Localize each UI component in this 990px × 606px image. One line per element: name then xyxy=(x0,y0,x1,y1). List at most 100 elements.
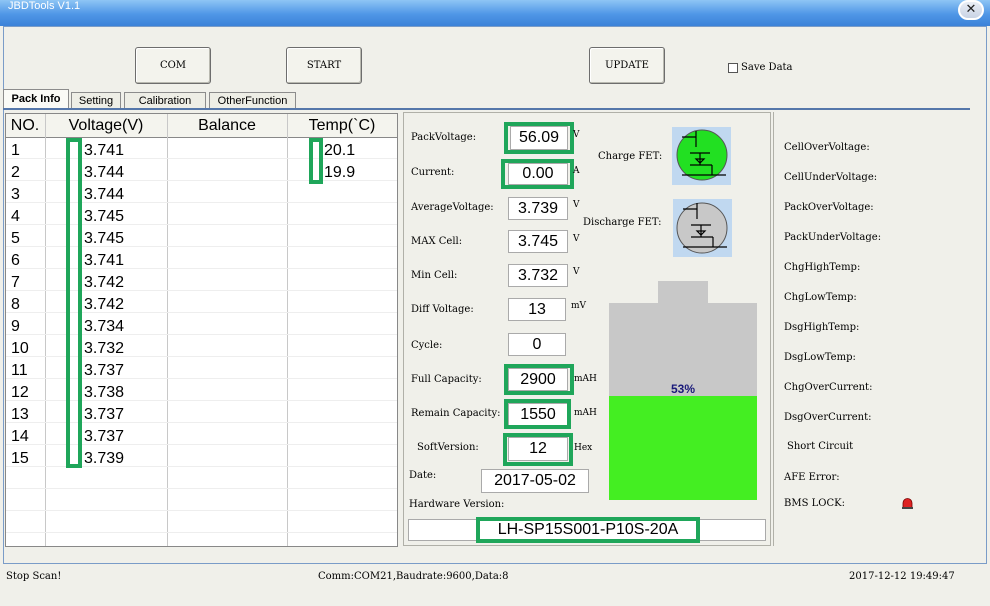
protection-item: CellOverVoltage: xyxy=(784,142,870,153)
cell-voltage: 3.737 xyxy=(84,362,125,379)
diff-voltage-unit: mV xyxy=(571,301,587,311)
row-divider xyxy=(6,290,397,291)
max-cell-value: 3.745 xyxy=(508,230,568,253)
min-cell-unit: V xyxy=(573,267,580,277)
pack-voltage-highlight xyxy=(504,122,574,154)
cycle-label: Cycle: xyxy=(411,340,443,351)
discharge-fet-icon xyxy=(676,202,728,254)
pack-voltage-unit: V xyxy=(573,130,580,140)
row-divider xyxy=(6,312,397,313)
protection-item: DsgLowTemp: xyxy=(784,352,856,363)
protection-item: ChgOverCurrent: xyxy=(784,382,873,393)
protection-item: BMS LOCK: xyxy=(784,498,845,509)
soft-version-label: SoftVersion: xyxy=(417,442,479,453)
cell-voltage: 3.741 xyxy=(84,142,125,159)
battery-level-fill xyxy=(609,396,757,500)
cell-number: 3 xyxy=(11,186,20,203)
diff-voltage-value: 13 xyxy=(508,298,566,321)
row-divider xyxy=(6,268,397,269)
status-message: Stop Scan! xyxy=(6,571,62,582)
row-divider xyxy=(6,488,397,489)
alarm-icon xyxy=(901,497,914,509)
hardware-version-label: Hardware Version: xyxy=(409,499,505,510)
max-cell-label: MAX Cell: xyxy=(411,236,463,247)
full-capacity-label: Full Capacity: xyxy=(411,374,482,385)
average-voltage-value: 3.739 xyxy=(508,197,568,220)
row-divider xyxy=(6,202,397,203)
discharge-fet-indicator xyxy=(673,199,732,257)
voltage-highlight-box xyxy=(66,138,82,468)
cell-voltage: 3.744 xyxy=(84,164,125,181)
start-button[interactable]: START xyxy=(286,47,362,84)
row-divider xyxy=(6,224,397,225)
cell-number: 2 xyxy=(11,164,20,181)
cell-voltage: 3.744 xyxy=(84,186,125,203)
cell-number: 6 xyxy=(11,252,20,269)
pack-voltage-label: PackVoltage: xyxy=(411,132,477,143)
max-cell-unit: V xyxy=(573,234,580,244)
save-data-label: Save Data xyxy=(741,62,793,73)
cell-voltage: 3.734 xyxy=(84,318,125,335)
row-divider xyxy=(6,444,397,445)
tab-pack-info[interactable]: Pack Info xyxy=(3,89,69,109)
row-divider xyxy=(6,246,397,247)
cell-number: 13 xyxy=(11,406,29,423)
current-label: Current: xyxy=(411,167,455,178)
cell-voltage: 3.738 xyxy=(84,384,125,401)
battery-terminal xyxy=(658,281,708,303)
title-bar: JBDTools V1.1 xyxy=(0,0,990,26)
date-value: 2017-05-02 xyxy=(481,469,589,493)
remain-capacity-unit: mAH xyxy=(574,408,597,418)
window-title: JBDTools V1.1 xyxy=(8,0,81,12)
cell-number: 12 xyxy=(11,384,29,401)
row-divider xyxy=(6,422,397,423)
min-cell-value: 3.732 xyxy=(508,264,568,287)
cell-voltage: 3.745 xyxy=(84,230,125,247)
soft-version-unit: Hex xyxy=(574,443,593,453)
diff-voltage-label: Diff Voltage: xyxy=(411,304,474,315)
current-highlight xyxy=(501,159,574,189)
cell-voltage: 3.742 xyxy=(84,296,125,313)
row-divider xyxy=(6,378,397,379)
protection-item: DsgOverCurrent: xyxy=(784,412,872,423)
row-divider xyxy=(6,356,397,357)
soft-version-highlight xyxy=(503,433,573,466)
table-grid xyxy=(6,137,397,545)
protection-item: AFE Error: xyxy=(784,472,840,483)
row-divider xyxy=(6,532,397,533)
tab-other-function[interactable]: OtherFunction xyxy=(209,92,296,108)
cell-number: 14 xyxy=(11,428,29,445)
cell-number: 7 xyxy=(11,274,20,291)
tab-calibration[interactable]: Calibration xyxy=(124,92,206,108)
header-temp: Temp(`C) xyxy=(308,117,376,134)
cycle-value: 0 xyxy=(508,333,566,356)
cell-number: 1 xyxy=(11,142,20,159)
discharge-fet-label: Discharge FET: xyxy=(583,217,662,228)
row-divider xyxy=(6,510,397,511)
current-unit: A xyxy=(573,166,580,176)
update-button[interactable]: UPDATE xyxy=(589,47,665,84)
com-button[interactable]: COM xyxy=(135,47,211,84)
battery-percent: 53% xyxy=(670,382,696,396)
average-voltage-unit: V xyxy=(573,200,580,210)
cell-number: 15 xyxy=(11,450,29,467)
row-divider xyxy=(6,334,397,335)
cell-voltage: 3.732 xyxy=(84,340,125,357)
cell-number: 11 xyxy=(11,362,28,379)
full-capacity-unit: mAH xyxy=(574,374,597,384)
cell-voltage: 3.737 xyxy=(84,406,125,423)
temp-highlight-box xyxy=(309,138,323,184)
battery-gauge xyxy=(609,303,757,500)
close-button[interactable]: ✕ xyxy=(958,0,984,20)
cell-voltage: 3.739 xyxy=(84,450,125,467)
protection-item: Short Circuit xyxy=(787,441,854,452)
protection-item: DsgHighTemp: xyxy=(784,322,860,333)
tab-setting[interactable]: Setting xyxy=(71,92,121,108)
charge-fet-label: Charge FET: xyxy=(598,151,663,162)
date-label: Date: xyxy=(409,470,437,481)
save-data-checkbox[interactable] xyxy=(728,63,738,73)
cell-voltage: 3.737 xyxy=(84,428,125,445)
header-balance: Balance xyxy=(198,117,256,134)
cell-temp: 19.9 xyxy=(324,164,356,181)
protection-item: PackOverVoltage: xyxy=(784,202,874,213)
